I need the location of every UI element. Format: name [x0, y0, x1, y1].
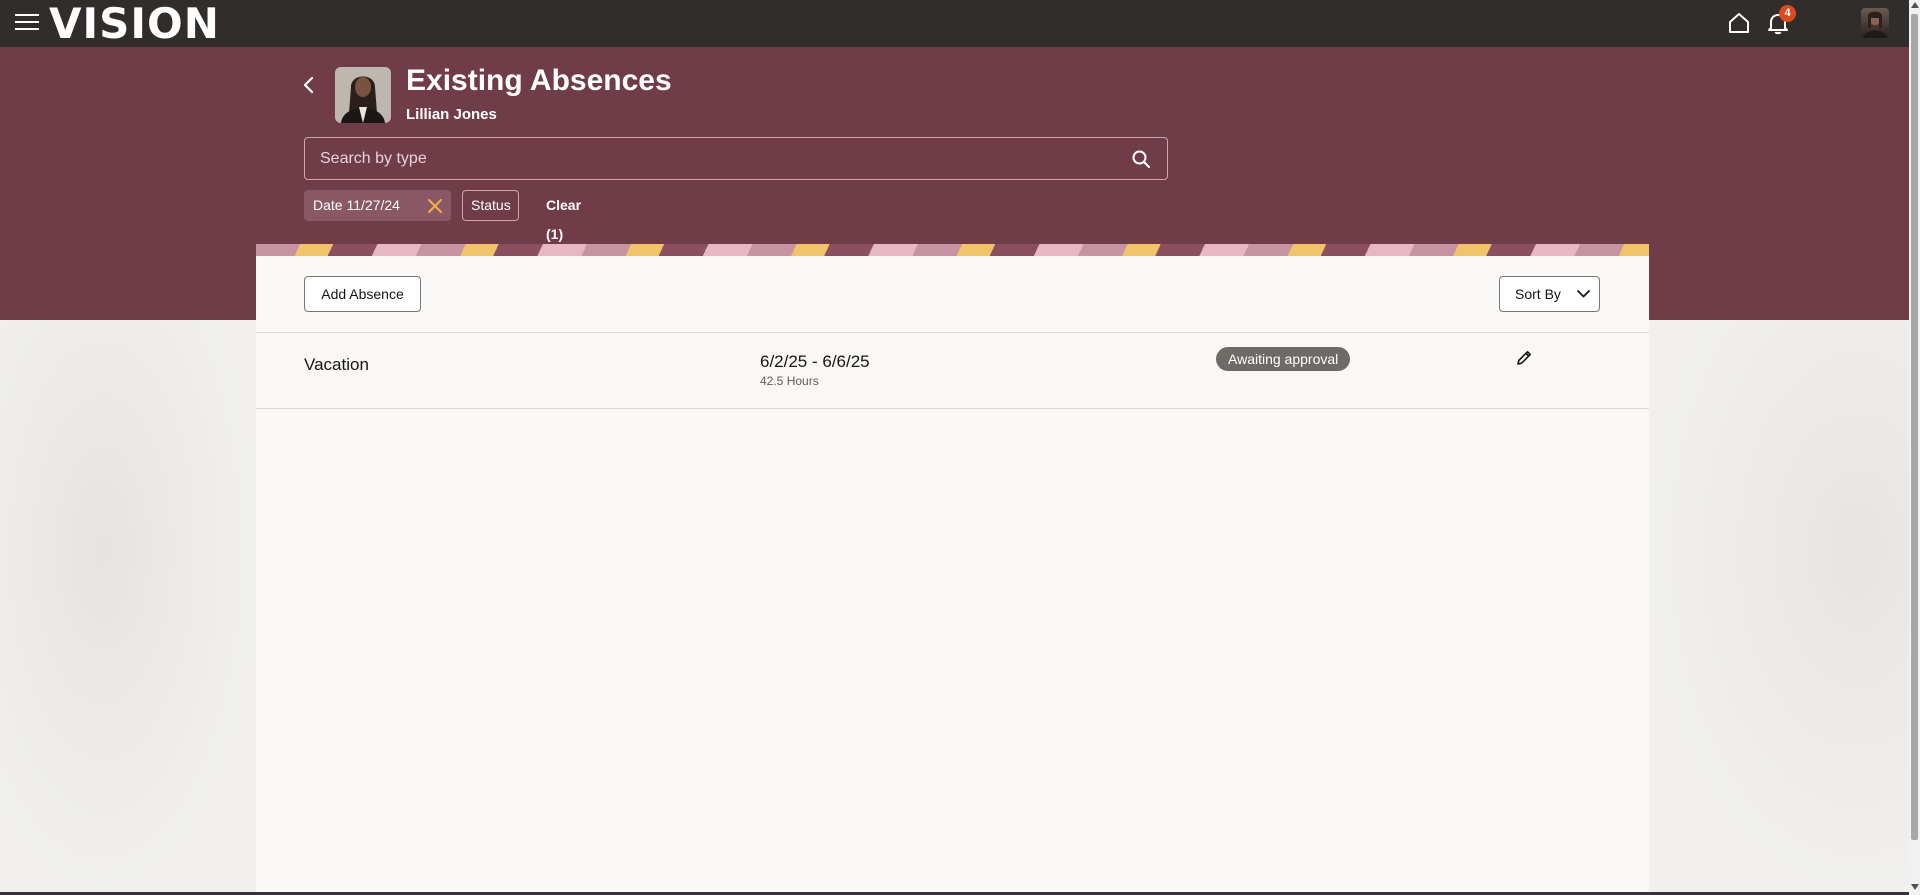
- absence-type: Vacation: [304, 355, 369, 374]
- scroll-thumb[interactable]: [1911, 14, 1918, 840]
- absence-row[interactable]: Vacation 6/2/25 - 6/6/25 42.5 Hours Awai…: [256, 332, 1649, 409]
- remove-filter-icon[interactable]: [427, 198, 443, 214]
- status-filter-chip[interactable]: Status: [462, 190, 519, 221]
- home-icon[interactable]: [1726, 10, 1752, 36]
- scroll-up-arrow-icon[interactable]: [1911, 2, 1919, 8]
- status-badge: Awaiting approval: [1216, 347, 1351, 371]
- sort-by-label: Sort By: [1515, 286, 1561, 302]
- app-logo[interactable]: VISION: [49, 1, 220, 47]
- user-avatar[interactable]: [1861, 8, 1889, 38]
- page-scrollbar[interactable]: [1909, 0, 1920, 895]
- background-decoration-left: [0, 320, 256, 895]
- menu-icon[interactable]: [15, 14, 39, 32]
- chevron-down-icon: [1577, 290, 1590, 298]
- scroll-down-arrow-icon[interactable]: [1911, 884, 1919, 890]
- absence-hours: 42.5 Hours: [760, 374, 819, 388]
- notification-count-badge: 4: [1779, 5, 1796, 22]
- absence-dates: 6/2/25 - 6/6/25: [760, 352, 870, 371]
- add-absence-button[interactable]: Add Absence: [304, 276, 421, 312]
- back-chevron-icon[interactable]: [298, 72, 320, 98]
- search-box: [304, 137, 1168, 180]
- page-title: Existing Absences: [406, 64, 672, 97]
- background-decoration-right: [1649, 320, 1909, 895]
- person-name: Lillian Jones: [406, 106, 497, 123]
- search-input[interactable]: [320, 138, 1100, 179]
- clear-filters-button[interactable]: Clear (1): [537, 190, 607, 242]
- date-filter-label: Date 11/27/24: [313, 197, 400, 213]
- date-filter-chip[interactable]: Date 11/27/24: [304, 190, 451, 221]
- search-icon[interactable]: [1131, 149, 1151, 169]
- edit-pencil-icon[interactable]: [1515, 349, 1533, 367]
- decorative-pattern: [256, 244, 1649, 256]
- absences-card: Add Absence Sort By Vacation 6/2/25 - 6/…: [256, 256, 1649, 895]
- sort-by-button[interactable]: Sort By: [1499, 276, 1600, 312]
- top-bar: VISION 4: [0, 0, 1909, 47]
- profile-photo: [335, 67, 391, 123]
